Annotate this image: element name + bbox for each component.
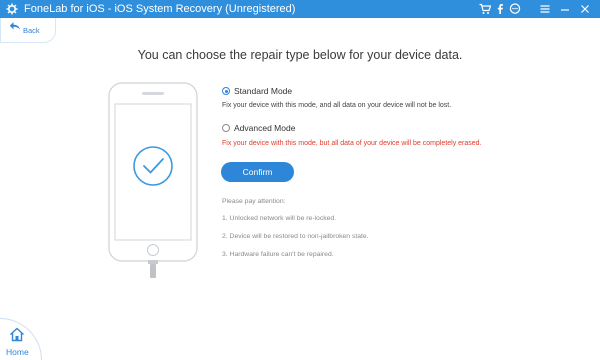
attention-title: Please pay attention: [222, 198, 286, 205]
attention-item: 2. Device will be restored to non-jailbr… [222, 233, 369, 240]
chat-icon[interactable] [509, 3, 521, 15]
phone-illustration [108, 82, 198, 278]
home-label: Home [6, 347, 29, 357]
standard-mode-radio[interactable] [222, 87, 230, 95]
home-icon [10, 327, 24, 342]
back-arrow-icon [9, 22, 20, 30]
title-bar: FoneLab for iOS - iOS System Recovery (U… [0, 0, 600, 18]
close-icon[interactable] [579, 3, 591, 15]
cart-icon[interactable] [479, 3, 491, 15]
standard-mode-label[interactable]: Standard Mode [234, 86, 292, 96]
advanced-mode-description: Fix your device with this mode, but all … [222, 140, 482, 147]
app-logo-icon [6, 3, 18, 15]
page-heading: You can choose the repair type below for… [137, 48, 463, 62]
back-button[interactable]: Back [0, 18, 56, 43]
advanced-mode-label[interactable]: Advanced Mode [234, 123, 295, 133]
standard-mode-description: Fix your device with this mode, and all … [222, 102, 452, 109]
back-label: Back [23, 26, 40, 35]
menu-icon[interactable] [539, 3, 551, 15]
facebook-icon[interactable] [494, 3, 506, 15]
advanced-mode-radio[interactable] [222, 124, 230, 132]
window-title: FoneLab for iOS - iOS System Recovery (U… [24, 3, 296, 15]
attention-item: 1. Unlocked network will be re-locked. [222, 215, 337, 222]
minimize-icon[interactable] [559, 3, 571, 15]
confirm-button[interactable]: Confirm [221, 162, 294, 182]
home-button[interactable]: Home [0, 318, 42, 360]
attention-item: 3. Hardware failure can't be repaired. [222, 251, 334, 258]
